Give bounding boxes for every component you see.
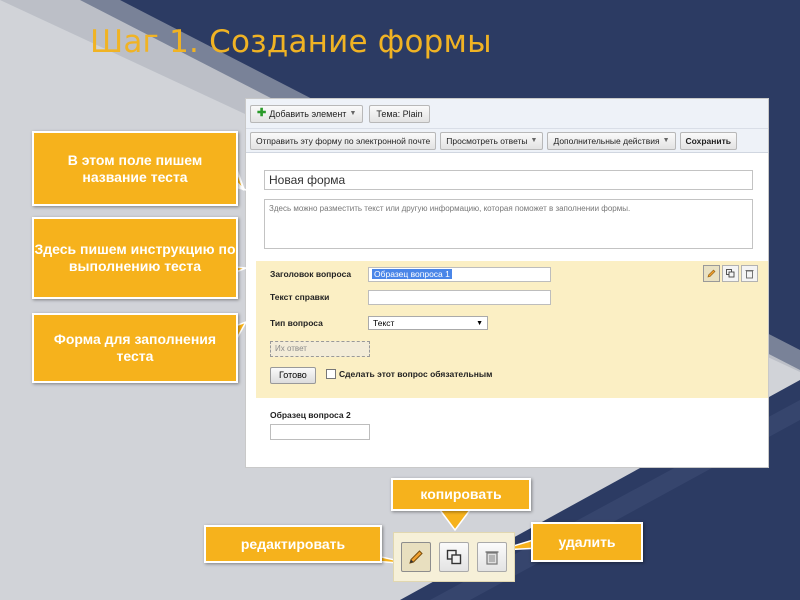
- more-actions-label: Дополнительные действия: [553, 135, 660, 146]
- callout-title-field: В этом поле пишем название теста: [32, 131, 238, 206]
- chevron-down-icon: ▼: [476, 319, 483, 327]
- question-tools: [703, 265, 758, 282]
- done-button[interactable]: Готово: [270, 367, 316, 384]
- help-text-input[interactable]: [368, 290, 551, 305]
- save-button[interactable]: Сохранить: [679, 131, 738, 150]
- copy-question-button[interactable]: [722, 265, 739, 282]
- answer-preview: Их ответ: [270, 341, 370, 357]
- view-answers-button[interactable]: Просмотреть ответы ▼: [440, 131, 544, 150]
- delete-question-button[interactable]: [741, 265, 758, 282]
- required-checkbox[interactable]: [326, 369, 336, 379]
- view-answers-label: Просмотреть ответы: [446, 135, 528, 146]
- help-text-label: Текст справки: [270, 292, 330, 302]
- add-item-label: Добавить элемент: [269, 108, 347, 119]
- theme-button[interactable]: Тема: Plain: [369, 104, 430, 123]
- callout-form: Форма для заполнения теста: [32, 313, 238, 383]
- form-body: Новая форма Здесь можно разместить текст…: [246, 153, 768, 467]
- question-title-label: Заголовок вопроса: [270, 269, 352, 279]
- more-actions-button[interactable]: Дополнительные действия ▼: [547, 131, 676, 150]
- question-type-select[interactable]: Текст ▼: [368, 316, 488, 330]
- add-item-button[interactable]: ✚ Добавить элемент ▼: [250, 104, 364, 123]
- copy-tool-button[interactable]: [439, 542, 469, 572]
- edit-tool-button[interactable]: [401, 542, 431, 572]
- edit-question-button[interactable]: [703, 265, 720, 282]
- callout-edit: редактировать: [204, 525, 382, 563]
- copy-icon: [446, 549, 462, 565]
- question-title-value: Образец вопроса 1: [372, 269, 452, 279]
- question-type-label: Тип вопроса: [270, 318, 323, 328]
- copy-icon: [726, 269, 735, 278]
- required-label: Сделать этот вопрос обязательным: [339, 369, 493, 379]
- delete-tool-button[interactable]: [477, 542, 507, 572]
- trash-icon: [485, 551, 499, 565]
- question-title-input[interactable]: Образец вопроса 1: [368, 267, 551, 282]
- chevron-down-icon: ▼: [349, 110, 357, 117]
- question-editor: Заголовок вопроса Образец вопроса 1 Текс…: [256, 261, 768, 398]
- question-tools-zoom: [393, 532, 515, 582]
- callout-delete: удалить: [531, 522, 643, 562]
- trash-icon: [745, 270, 754, 279]
- send-email-button[interactable]: Отправить эту форму по электронной почте: [250, 131, 437, 150]
- question-type-value: Текст: [373, 318, 395, 328]
- question2-answer-input[interactable]: [270, 424, 370, 440]
- required-toggle[interactable]: Сделать этот вопрос обязательным: [326, 369, 492, 379]
- form-actions-bar: Отправить эту форму по электронной почте…: [246, 129, 768, 153]
- chevron-down-icon: ▼: [662, 137, 670, 144]
- form-description-input[interactable]: Здесь можно разместить текст или другую …: [264, 199, 753, 249]
- pencil-icon: [707, 269, 716, 278]
- form-title-input[interactable]: Новая форма: [264, 170, 753, 190]
- plus-icon: ✚: [257, 107, 267, 119]
- form-toolbar: ✚ Добавить элемент ▼ Тема: Plain: [246, 99, 768, 129]
- callout-copy: копировать: [391, 478, 531, 511]
- pencil-icon: [409, 550, 423, 564]
- slide-title: Шаг 1. Создание формы: [90, 24, 492, 60]
- question2-title: Образец вопроса 2: [270, 410, 351, 420]
- form-editor-window: ✚ Добавить элемент ▼ Тема: Plain Отправи…: [245, 98, 769, 468]
- callout-instruction: Здесь пишем инструкцию по выполнению тес…: [32, 217, 238, 299]
- chevron-down-icon: ▼: [530, 137, 538, 144]
